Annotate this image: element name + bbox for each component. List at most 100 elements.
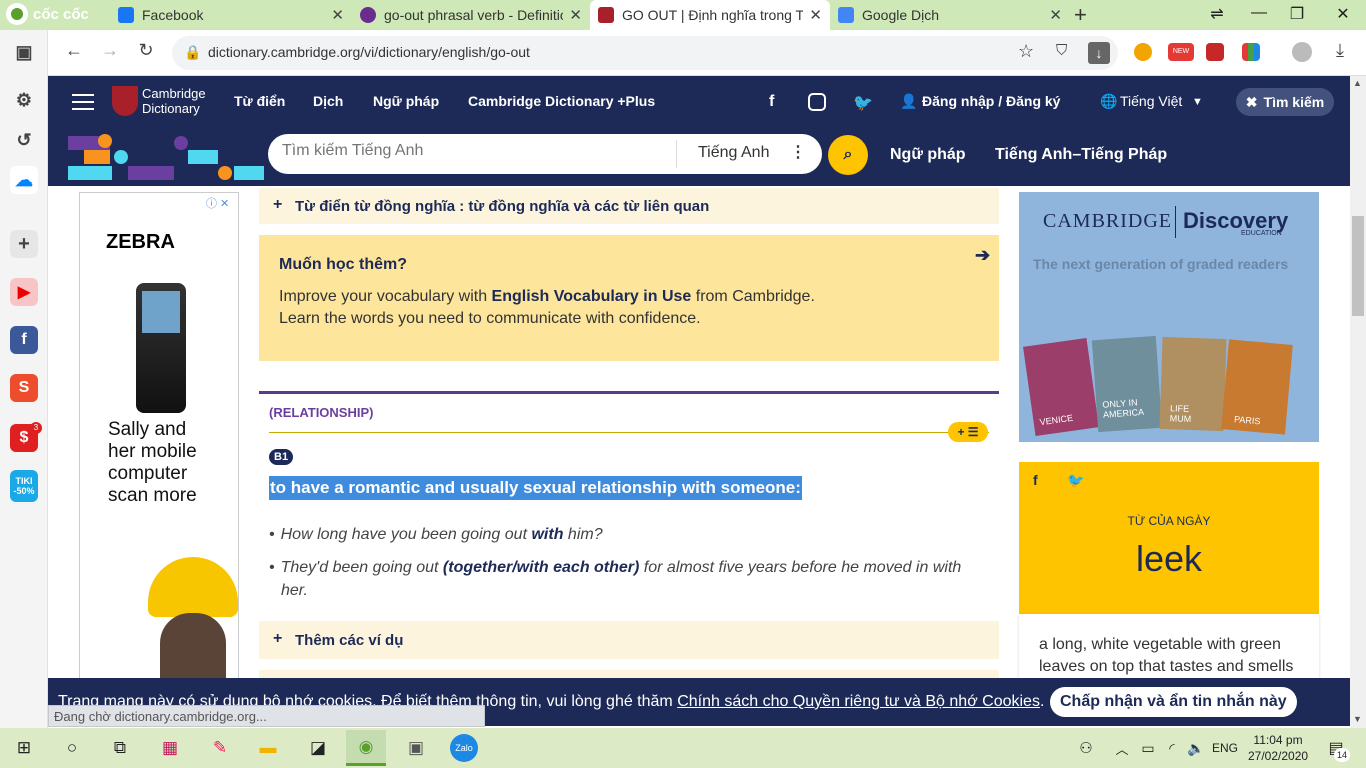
messenger-icon[interactable]: ☁: [10, 166, 38, 194]
browser-menu-button[interactable]: cốc cốc: [6, 3, 89, 25]
tab-title: Google Dịch: [862, 7, 940, 23]
downloads-icon[interactable]: ⤓: [1328, 40, 1352, 61]
learn-more-box[interactable]: Muốn học thêm? ➔ Improve your vocabulary…: [259, 235, 999, 361]
more-options-icon[interactable]: ⋮: [790, 142, 806, 162]
back-icon[interactable]: ←: [62, 40, 86, 61]
extension-colors-icon[interactable]: [1242, 43, 1260, 61]
add-to-wordlist-button[interactable]: + ☰: [948, 422, 988, 442]
tab-title: GO OUT | Định nghĩa trong Ti: [622, 7, 804, 23]
more-examples-row[interactable]: + Thêm các ví dụ: [259, 621, 999, 659]
bookmark-star-icon[interactable]: ☆: [1018, 41, 1034, 62]
language-select[interactable]: Tiếng Việt: [1120, 93, 1182, 109]
paint-icon[interactable]: ✎: [206, 734, 234, 762]
scroll-thumb[interactable]: [1352, 216, 1364, 316]
minimize-button[interactable]: —: [1244, 4, 1274, 22]
close-search-button[interactable]: ✖ Tìm kiếm: [1236, 88, 1334, 116]
left-ad[interactable]: ⓘ ✕ ZEBRA Sally and her mobile computer …: [79, 192, 239, 678]
maximize-button[interactable]: ❐: [1282, 4, 1312, 24]
youtube-icon[interactable]: ▶: [10, 278, 38, 306]
close-icon[interactable]: ✕: [569, 6, 582, 24]
clock[interactable]: 11:04 pm 27/02/2020: [1248, 732, 1308, 764]
avatar[interactable]: [1292, 42, 1312, 62]
file-explorer-icon[interactable]: ▬: [254, 734, 282, 762]
search-input[interactable]: [282, 142, 662, 160]
chevron-down-icon: ▼: [1192, 96, 1203, 108]
people-icon[interactable]: ⚇: [1072, 734, 1100, 762]
scroll-down-icon[interactable]: ▼: [1353, 714, 1362, 724]
sidebar-toggle-icon[interactable]: ▣: [10, 38, 38, 66]
privacy-policy-link[interactable]: Chính sách cho Quyền riêng tư và Bộ nhớ …: [677, 693, 1040, 710]
hamburger-menu-icon[interactable]: [72, 94, 94, 110]
reload-icon[interactable]: ↻: [134, 40, 158, 61]
twitter-share-icon[interactable]: 🐦: [1067, 472, 1084, 489]
windows-start-icon[interactable]: ⊞: [10, 734, 38, 762]
scrollbar[interactable]: ▲ ▼: [1350, 76, 1366, 728]
app-icon[interactable]: ▣: [402, 734, 430, 762]
shield-icon[interactable]: ⛉: [1056, 42, 1067, 59]
add-panel-icon[interactable]: +: [10, 230, 38, 258]
nav-plus[interactable]: Cambridge Dictionary +Plus: [468, 93, 655, 109]
ad-brand-education: EDUCATION: [1241, 230, 1282, 237]
book-cover: VENICE: [1023, 337, 1099, 437]
tab-bar: cốc cốc Facebook ✕ go-out phrasal verb -…: [0, 0, 1366, 30]
tab-google-translate[interactable]: Google Dịch ✕: [830, 0, 1070, 30]
search-icon[interactable]: ○: [58, 734, 86, 762]
divider: [1175, 206, 1176, 238]
wotd-word[interactable]: leek: [1019, 538, 1319, 580]
input-language[interactable]: ENG: [1212, 741, 1238, 755]
coccoc-taskbar-icon[interactable]: ◉: [346, 730, 386, 766]
twitter-icon[interactable]: 🐦: [853, 93, 873, 113]
tab-facebook[interactable]: Facebook ✕: [110, 0, 352, 30]
tiki-icon[interactable]: TIKI -50%: [10, 470, 38, 502]
close-icon[interactable]: ✕: [1049, 6, 1062, 24]
globe-icon: 🌐: [1100, 93, 1118, 109]
synonyms-row[interactable]: + Từ điển từ đồng nghĩa : từ đồng nghĩa …: [259, 188, 999, 224]
forward-icon[interactable]: →: [98, 40, 122, 61]
nav-grammar[interactable]: Ngữ pháp: [373, 93, 439, 109]
shopee-icon[interactable]: S: [10, 374, 38, 402]
search-button[interactable]: ⌕: [828, 135, 868, 175]
site-logo[interactable]: Cambridge Dictionary: [142, 86, 206, 116]
download-page-icon[interactable]: ↓: [1088, 42, 1110, 64]
close-icon[interactable]: ✕: [809, 6, 822, 24]
site-header: Cambridge Dictionary Từ điển Dịch Ngữ ph…: [48, 76, 1350, 186]
plus-icon: +: [273, 196, 283, 213]
nav-translate[interactable]: Dịch: [313, 93, 343, 109]
main-content: ⓘ ✕ ZEBRA Sally and her mobile computer …: [48, 186, 1350, 678]
task-view-icon[interactable]: ⧉: [106, 734, 134, 762]
tab-title: go-out phrasal verb - Definitio: [384, 7, 564, 23]
extension-new-icon[interactable]: NEW: [1168, 43, 1194, 61]
facebook-share-icon[interactable]: f: [1033, 472, 1038, 488]
clock-date: 27/02/2020: [1248, 749, 1309, 763]
nav-dictionary[interactable]: Từ điển: [234, 93, 285, 109]
scroll-up-icon[interactable]: ▲: [1353, 78, 1362, 88]
tab-list-icon[interactable]: ⇌: [1202, 4, 1232, 24]
lock-icon: 🔒: [184, 44, 202, 60]
notes-icon[interactable]: ◪: [304, 734, 332, 762]
ad-info-icon[interactable]: ⓘ ✕: [206, 195, 229, 211]
close-icon[interactable]: ✕: [331, 6, 344, 24]
new-tab-button[interactable]: +: [1074, 2, 1087, 28]
right-ad[interactable]: CAMBRIDGE Discovery EDUCATION The next g…: [1019, 192, 1319, 442]
next-row[interactable]: [259, 670, 999, 678]
volume-icon[interactable]: 🔈: [1182, 734, 1210, 762]
english-french-link[interactable]: Tiếng Anh–Tiếng Pháp: [995, 146, 1167, 164]
settings-icon[interactable]: ⚙: [10, 86, 38, 114]
search-language[interactable]: Tiếng Anh: [698, 144, 769, 162]
grammar-link[interactable]: Ngữ pháp: [890, 146, 966, 164]
extension-red-icon[interactable]: [1206, 43, 1224, 61]
app-icon[interactable]: ▦: [156, 734, 184, 762]
facebook-icon[interactable]: f: [769, 93, 774, 111]
history-icon[interactable]: ↺: [10, 126, 38, 154]
instagram-icon[interactable]: [808, 93, 826, 111]
tab-cambridge[interactable]: GO OUT | Định nghĩa trong Ti ✕: [590, 0, 830, 30]
zalo-icon[interactable]: Zalo: [450, 734, 478, 762]
close-window-button[interactable]: ✕: [1328, 4, 1358, 24]
chevron-up-icon[interactable]: ︿: [1108, 734, 1136, 762]
facebook-sidebar-icon[interactable]: f: [10, 326, 38, 354]
tab-oxford[interactable]: go-out phrasal verb - Definitio ✕: [352, 0, 590, 30]
login-link[interactable]: Đăng nhập / Đăng ký: [922, 93, 1060, 109]
extension-chrome-icon[interactable]: [1134, 43, 1152, 61]
accept-cookies-button[interactable]: Chấp nhận và ẩn tin nhắn này: [1050, 687, 1297, 717]
url-box[interactable]: 🔒 dictionary.cambridge.org/vi/dictionary…: [172, 36, 1118, 70]
